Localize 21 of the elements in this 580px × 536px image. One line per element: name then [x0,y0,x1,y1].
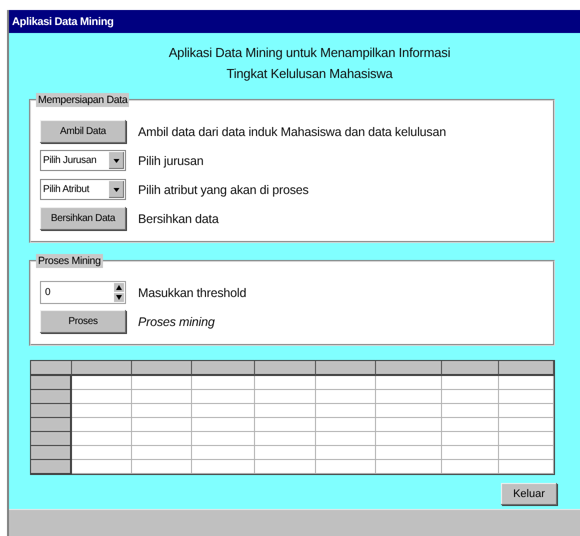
description-text: Pilih atribut yang akan di proses [138,182,309,196]
heading-text: Tingkat Kelulusan Mahasiswa [226,65,393,83]
description-text: Pilih jurusan [138,154,204,168]
description-text: Proses mining [138,314,215,328]
data-grid[interactable] [30,360,555,475]
exit-button[interactable]: Keluar [501,483,557,505]
description-text: Masukkan threshold [138,286,246,300]
number-field[interactable]: 0 [40,281,126,304]
window-title: Aplikasi Data Mining [9,10,580,33]
action-button[interactable]: Proses [40,310,126,333]
group-title: Proses Mining [36,254,103,268]
description-text: Bersihkan data [138,212,219,226]
spin-up-icon[interactable] [114,283,124,292]
description-text: Ambil data dari data induk Mahasiswa dan data kelulusan [138,124,446,138]
spin-down-icon[interactable] [114,293,124,302]
action-button[interactable]: Bersihkan Data [40,207,126,230]
action-button[interactable]: Ambil Data [40,120,126,143]
heading-text: Aplikasi Data Mining untuk Menampilkan Informasi [168,44,450,62]
dropdown[interactable]: Pilih Atribut [40,179,126,200]
group-title: Mempersiapan Data [36,93,130,107]
dropdown[interactable]: Pilih Jurusan [40,150,126,171]
